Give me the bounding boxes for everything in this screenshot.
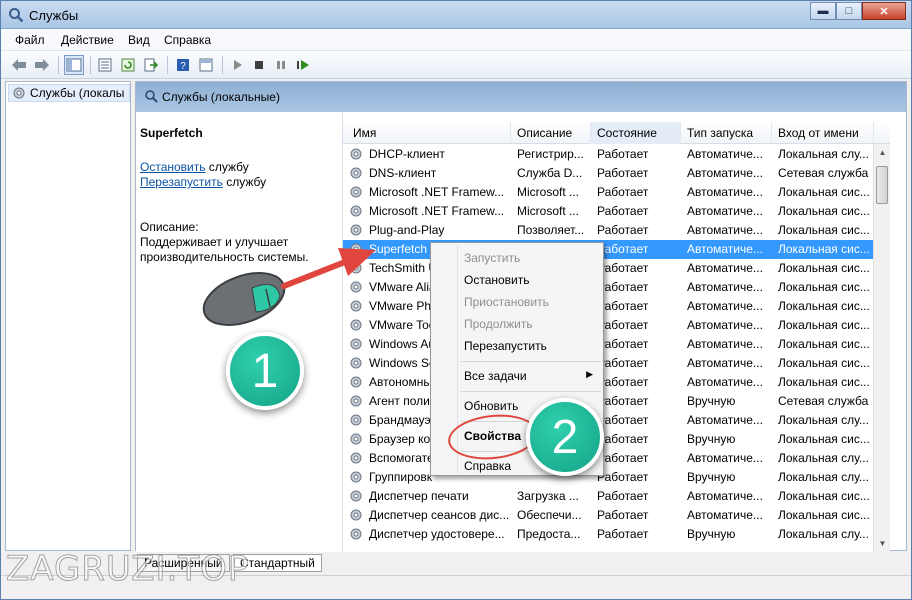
mouse-icon — [202, 272, 286, 326]
annotation-overlay — [202, 248, 376, 326]
step-2-badge: 2 — [526, 398, 604, 476]
step-1-badge: 1 — [226, 332, 304, 410]
watermark-text: ZAGRUZI.TOP — [5, 549, 250, 590]
pointer-arrow-icon — [281, 248, 376, 289]
